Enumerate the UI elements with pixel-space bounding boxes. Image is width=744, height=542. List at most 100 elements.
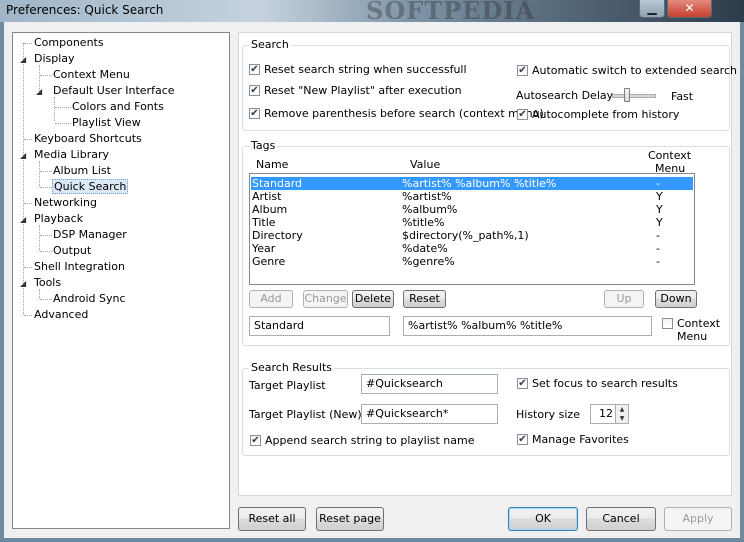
autocomplete-checkbox[interactable]: ✔	[517, 109, 528, 120]
tag-context-cell: Y	[656, 190, 663, 203]
tree-item-networking[interactable]: Networking	[34, 196, 97, 210]
tag-name-cell: Title	[252, 216, 276, 229]
tag-name-cell: Genre	[252, 255, 286, 268]
context-menu-checkbox[interactable]	[662, 318, 673, 329]
collapse-triangle-icon[interactable]: ◢	[20, 55, 26, 64]
reset-new-playlist-checkbox[interactable]: ✔	[249, 85, 260, 96]
tag-name-cell: Standard	[252, 177, 303, 190]
tag-value-cell: %genre%	[402, 255, 455, 268]
table-row[interactable]: Title %title% Y	[251, 216, 693, 229]
tags-list[interactable]: Standard %artist% %album% %title% - Arti…	[249, 173, 695, 285]
autocomplete-label: Autocomplete from history	[532, 108, 680, 121]
tag-context-cell: -	[656, 242, 660, 255]
delete-button[interactable]: Delete	[352, 290, 394, 308]
table-row[interactable]: Genre %genre% -	[251, 255, 693, 268]
manage-favorites-checkbox[interactable]: ✔	[517, 434, 528, 445]
tree-item-output[interactable]: Output	[53, 244, 91, 258]
tag-value-input[interactable]: %artist% %album% %title%	[403, 316, 652, 336]
tree-item-keyboard-shortcuts[interactable]: Keyboard Shortcuts	[34, 132, 142, 146]
tag-context-cell: Y	[656, 216, 663, 229]
collapse-triangle-icon[interactable]: ◢	[20, 279, 26, 288]
tree-item-default-user-interface[interactable]: Default User Interface	[53, 84, 175, 98]
tag-value-cell: %album%	[402, 203, 458, 216]
auto-switch-checkbox[interactable]: ✔	[517, 65, 528, 76]
autosearch-delay-label: Autosearch Delay	[516, 89, 614, 102]
column-header-value[interactable]: Value	[410, 158, 440, 171]
add-button[interactable]: Add	[249, 290, 293, 308]
tree-item-advanced[interactable]: Advanced	[34, 308, 88, 322]
table-row[interactable]: Standard %artist% %album% %title% -	[251, 177, 693, 190]
reset-all-button[interactable]: Reset all	[238, 507, 306, 531]
target-playlist-input[interactable]: #Quicksearch	[361, 374, 498, 394]
close-button[interactable]: ✕	[667, 0, 712, 18]
column-header-name[interactable]: Name	[256, 158, 288, 171]
tree-item-album-list[interactable]: Album List	[53, 164, 111, 178]
autosearch-delay-value: Fast	[671, 90, 694, 103]
reset-page-button[interactable]: Reset page	[316, 507, 384, 531]
target-playlist-new-input[interactable]: #Quicksearch*	[361, 404, 498, 424]
tree-item-playlist-view[interactable]: Playlist View	[72, 116, 141, 130]
tags-group-title: Tags	[249, 139, 278, 152]
search-group-title: Search	[249, 38, 291, 51]
tag-context-cell: -	[656, 229, 660, 242]
table-row[interactable]: Album %album% Y	[251, 203, 693, 216]
tree-item-shell-integration[interactable]: Shell Integration	[34, 260, 125, 274]
tag-name-cell: Year	[252, 242, 276, 255]
table-row[interactable]: Year %date% -	[251, 242, 693, 255]
append-search-label: Append search string to playlist name	[265, 434, 475, 447]
cancel-button[interactable]: Cancel	[586, 507, 656, 531]
remove-parenthesis-checkbox[interactable]: ✔	[249, 108, 260, 119]
collapse-triangle-icon[interactable]: ◢	[36, 87, 42, 96]
tree-item-media-library[interactable]: Media Library	[34, 148, 109, 162]
tree-item-components[interactable]: Components	[34, 36, 104, 50]
tag-value-cell: $directory(%_path%,1)	[402, 229, 529, 242]
tree-item-quick-search[interactable]: Quick Search	[52, 179, 129, 194]
up-button[interactable]: Up	[604, 290, 644, 308]
reset-search-label: Reset search string when successfull	[264, 63, 467, 76]
append-search-checkbox[interactable]: ✔	[250, 435, 261, 446]
tag-name-cell: Directory	[252, 229, 303, 242]
tree-item-playback[interactable]: Playback	[34, 212, 83, 226]
apply-button[interactable]: Apply	[664, 507, 732, 531]
set-focus-label: Set focus to search results	[532, 377, 678, 390]
tree-item-android-sync[interactable]: Android Sync	[53, 292, 126, 306]
remove-parenthesis-label: Remove parenthesis before search (contex…	[264, 107, 544, 120]
table-row[interactable]: Artist %artist% Y	[251, 190, 693, 203]
history-size-label: History size	[516, 408, 580, 421]
tree-item-colors-and-fonts[interactable]: Colors and Fonts	[72, 100, 164, 114]
tag-value-cell: %artist% %album% %title%	[402, 177, 557, 190]
target-playlist-label: Target Playlist	[249, 379, 326, 392]
change-button[interactable]: Change	[303, 290, 348, 308]
tag-value-cell: %date%	[402, 242, 448, 255]
tag-name-input[interactable]: Standard	[249, 316, 390, 336]
tag-context-cell: -	[656, 177, 660, 190]
history-size-spinner[interactable]: ▲ ▼	[615, 404, 629, 424]
tree-item-dsp-manager[interactable]: DSP Manager	[53, 228, 127, 242]
column-header-context-line1[interactable]: Context	[648, 149, 691, 162]
ok-button[interactable]: OK	[508, 507, 578, 531]
tag-name-cell: Album	[252, 203, 288, 216]
down-button[interactable]: Down	[655, 290, 697, 308]
collapse-triangle-icon[interactable]: ◢	[20, 151, 26, 160]
tree-item-context-menu[interactable]: Context Menu	[53, 68, 130, 82]
tree-item-tools[interactable]: Tools	[34, 276, 61, 290]
preferences-tree[interactable]: ◢ ◢ ◢ ◢ ◢ Components Display Context Men…	[12, 32, 230, 529]
reset-search-checkbox[interactable]: ✔	[249, 64, 260, 75]
tag-name-cell: Artist	[252, 190, 282, 203]
tag-context-cell: Y	[656, 203, 663, 216]
tag-value-cell: %artist%	[402, 190, 452, 203]
set-focus-checkbox[interactable]: ✔	[517, 378, 528, 389]
reset-new-playlist-label: Reset "New Playlist" after execution	[264, 84, 462, 97]
search-results-group-title: Search Results	[249, 361, 335, 374]
reset-button[interactable]: Reset	[403, 290, 446, 308]
tree-item-display[interactable]: Display	[34, 52, 75, 66]
minimize-button[interactable]: ▁	[639, 0, 665, 18]
context-menu-label-line1: Context	[677, 317, 721, 330]
window-title: Preferences: Quick Search	[6, 3, 164, 17]
auto-switch-label: Automatic switch to extended search	[532, 64, 737, 77]
autosearch-delay-slider-track[interactable]	[612, 94, 656, 98]
table-row[interactable]: Directory $directory(%_path%,1) -	[251, 229, 693, 242]
history-size-input[interactable]: 12	[590, 404, 618, 424]
autosearch-delay-slider-thumb[interactable]	[624, 88, 630, 102]
collapse-triangle-icon[interactable]: ◢	[20, 215, 26, 224]
